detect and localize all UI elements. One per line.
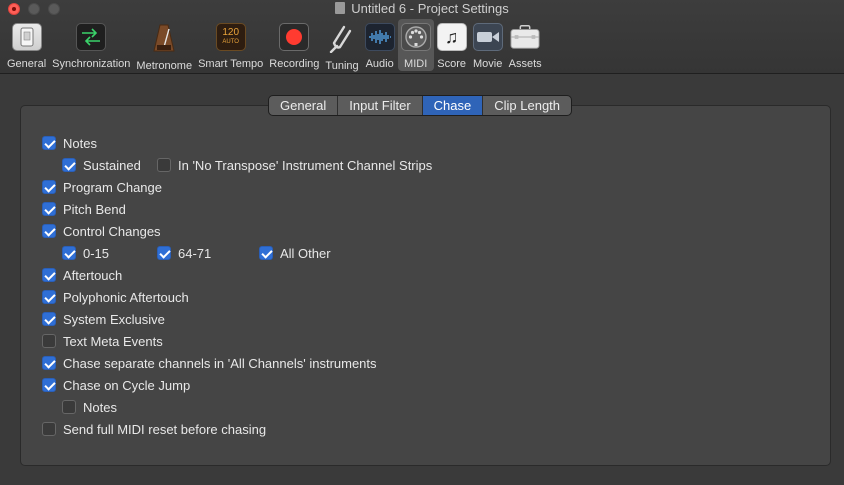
toolbar-label: Tuning [325, 60, 359, 72]
aftertouch-label: Aftertouch [63, 267, 123, 283]
polyphonic-aftertouch-label: Polyphonic Aftertouch [63, 289, 189, 305]
toolbar-item-score[interactable]: ♫ Score [434, 19, 470, 71]
control-changes-label: Control Changes [63, 223, 161, 239]
program-change-option[interactable]: Program Change [42, 178, 162, 196]
project-settings-window: Untitled 6 - Project Settings General Sy… [0, 0, 844, 485]
midi-reset-checkbox[interactable] [42, 422, 56, 436]
toolbar-item-audio[interactable]: Audio [362, 19, 398, 71]
toolbar-label: Metronome [136, 60, 193, 72]
toolbar-label: Recording [269, 58, 320, 70]
waveform-icon [364, 23, 395, 51]
aftertouch-checkbox[interactable] [42, 268, 56, 282]
toolbar-label: Synchronization [52, 58, 131, 70]
score-icon-glyph: ♫ [444, 26, 459, 47]
tab-chase[interactable]: Chase [422, 96, 484, 115]
midi-settings-tabs: General Input Filter Chase Clip Length [268, 95, 573, 116]
chase-separate-channels-option[interactable]: Chase separate channels in 'All Channels… [42, 354, 377, 372]
window-title: Untitled 6 - Project Settings [0, 0, 844, 17]
polyphonic-aftertouch-option[interactable]: Polyphonic Aftertouch [42, 288, 189, 306]
midi-reset-label: Send full MIDI reset before chasing [63, 421, 267, 437]
toolbar-label: MIDI [404, 58, 428, 70]
aftertouch-option[interactable]: Aftertouch [42, 266, 122, 284]
chase-separate-channels-checkbox[interactable] [42, 356, 56, 370]
sustained-checkbox[interactable] [62, 158, 76, 172]
tab-input-filter[interactable]: Input Filter [338, 96, 423, 115]
toolbar-label: Audio [365, 58, 394, 70]
cc-64-71-option[interactable]: 64-71 [157, 244, 211, 262]
text-meta-events-label: Text Meta Events [63, 333, 163, 349]
settings-toolbar: General Synchronization Metronome 120 AU… [4, 19, 545, 73]
sync-icon [76, 23, 107, 51]
toolbar-label: Assets [508, 58, 542, 70]
text-meta-events-option[interactable]: Text Meta Events [42, 332, 163, 350]
tuning-fork-icon [327, 23, 357, 53]
toolbar-item-tuning[interactable]: Tuning [322, 19, 361, 72]
toolbar-item-synchronization[interactable]: Synchronization [49, 19, 133, 71]
cc-all-other-label: All Other [280, 245, 331, 261]
score-icon: ♫ [436, 23, 467, 51]
cc-all-other-option[interactable]: All Other [259, 244, 331, 262]
toolbar-item-movie[interactable]: Movie [470, 19, 506, 71]
document-icon [335, 2, 346, 14]
sustained-option[interactable]: Sustained [62, 156, 141, 174]
notes-label: Notes [63, 135, 97, 151]
toolbar-item-recording[interactable]: Recording [266, 19, 322, 71]
system-exclusive-option[interactable]: System Exclusive [42, 310, 165, 328]
cc-64-71-checkbox[interactable] [157, 246, 171, 260]
chase-on-cycle-jump-option[interactable]: Chase on Cycle Jump [42, 376, 190, 394]
midi-icon [400, 23, 431, 51]
general-icon [11, 23, 42, 51]
control-changes-option[interactable]: Control Changes [42, 222, 161, 240]
program-change-label: Program Change [63, 179, 162, 195]
tab-clip-length[interactable]: Clip Length [483, 96, 571, 115]
chase-on-cycle-jump-label: Chase on Cycle Jump [63, 377, 191, 393]
pitch-bend-checkbox[interactable] [42, 202, 56, 216]
window-title-text: Untitled 6 - Project Settings [351, 1, 509, 16]
cc-0-15-label: 0-15 [83, 245, 110, 261]
toolbar-label: Smart Tempo [198, 58, 264, 70]
toolbar-item-metronome[interactable]: Metronome [133, 19, 195, 72]
tab-general[interactable]: General [269, 96, 339, 115]
cc-0-15-checkbox[interactable] [62, 246, 76, 260]
no-transpose-label: In 'No Transpose' Instrument Channel Str… [178, 157, 433, 173]
chase-settings-panel: Notes Sustained In 'No Transpose' Instru… [20, 105, 831, 466]
toolbar-label: Score [437, 58, 467, 70]
cycle-jump-notes-checkbox[interactable] [62, 400, 76, 414]
record-icon [279, 23, 310, 51]
toolbar-item-midi[interactable]: MIDI [397, 19, 434, 71]
system-exclusive-checkbox[interactable] [42, 312, 56, 326]
no-transpose-checkbox[interactable] [157, 158, 171, 172]
program-change-checkbox[interactable] [42, 180, 56, 194]
notes-checkbox[interactable] [42, 136, 56, 150]
sustained-label: Sustained [83, 157, 141, 173]
no-transpose-option[interactable]: In 'No Transpose' Instrument Channel Str… [157, 156, 432, 174]
toolbar-item-assets[interactable]: Assets [506, 19, 545, 71]
cc-64-71-label: 64-71 [178, 245, 212, 261]
cycle-jump-notes-label: Notes [83, 399, 117, 415]
cc-0-15-option[interactable]: 0-15 [62, 244, 109, 262]
title-bar: Untitled 6 - Project Settings General Sy… [0, 0, 844, 74]
toolbar-item-general[interactable]: General [4, 19, 49, 71]
pitch-bend-option[interactable]: Pitch Bend [42, 200, 126, 218]
control-changes-checkbox[interactable] [42, 224, 56, 238]
notes-option[interactable]: Notes [42, 134, 97, 152]
toolbar-item-smart-tempo[interactable]: 120 AUTO Smart Tempo [195, 19, 266, 71]
metronome-icon [149, 23, 179, 53]
cycle-jump-notes-option[interactable]: Notes [62, 398, 117, 416]
cc-all-other-checkbox[interactable] [259, 246, 273, 260]
system-exclusive-label: System Exclusive [63, 311, 165, 327]
chase-on-cycle-jump-checkbox[interactable] [42, 378, 56, 392]
movie-icon [472, 23, 503, 51]
pitch-bend-label: Pitch Bend [63, 201, 126, 217]
toolbar-label: General [7, 58, 47, 70]
text-meta-events-checkbox[interactable] [42, 334, 56, 348]
smart-tempo-icon: 120 AUTO [215, 23, 246, 51]
smart-tempo-icon-mode: AUTO [222, 39, 239, 45]
smart-tempo-icon-value: 120 [222, 27, 240, 38]
assets-icon [510, 23, 540, 51]
chase-separate-channels-label: Chase separate channels in 'All Channels… [63, 355, 377, 371]
toolbar-label: Movie [472, 58, 503, 70]
midi-reset-option[interactable]: Send full MIDI reset before chasing [42, 420, 266, 438]
polyphonic-aftertouch-checkbox[interactable] [42, 290, 56, 304]
